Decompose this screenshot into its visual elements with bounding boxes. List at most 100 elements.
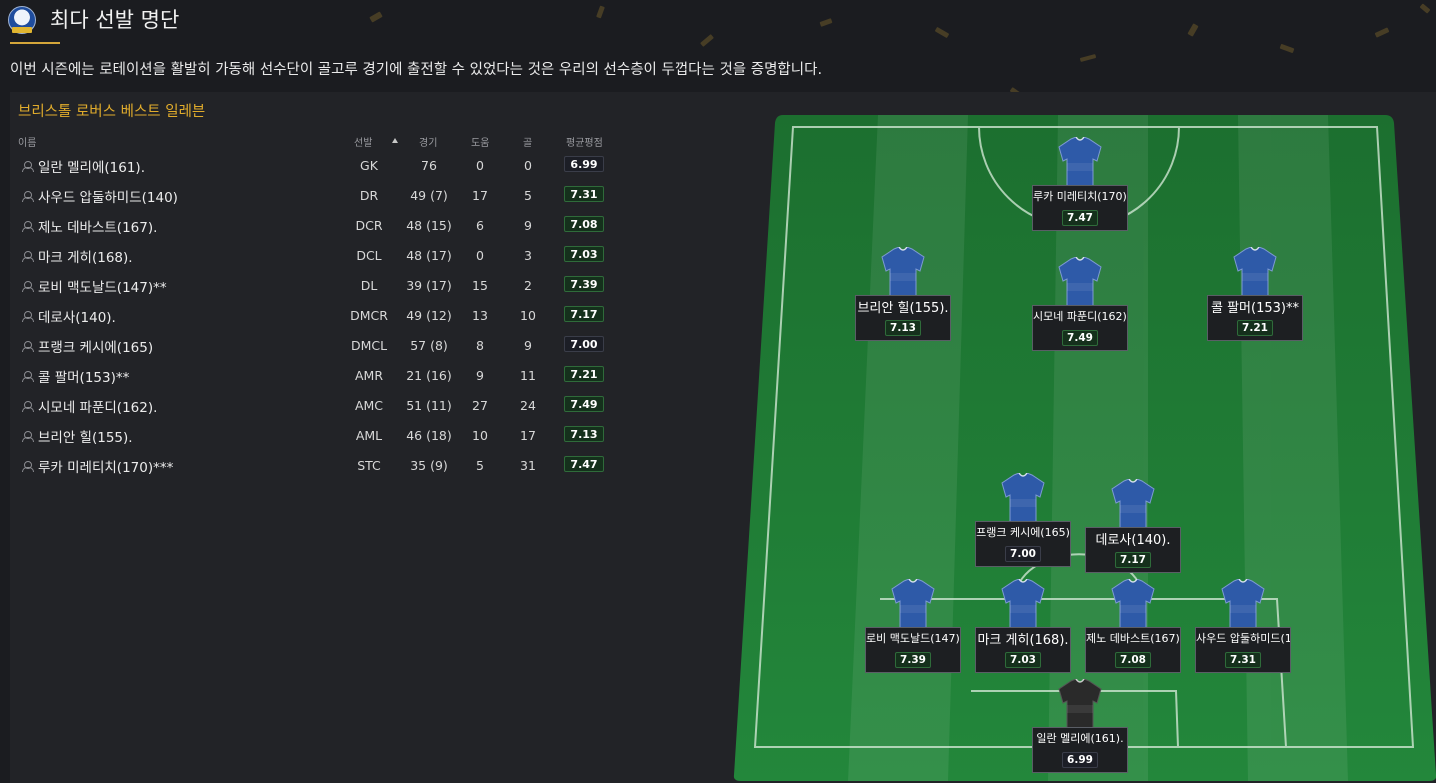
- table-row[interactable]: 일란 멜리에(161). GK 76 0 0 6.99: [10, 150, 620, 180]
- rating-badge: 7.31: [564, 186, 604, 202]
- player-position: AML: [355, 428, 383, 443]
- player-position: DMCR: [350, 308, 388, 323]
- table-row[interactable]: 데로사(140). DMCR 49 (12) 13 10 7.17: [10, 300, 620, 330]
- player-apps: 51 (11): [406, 398, 452, 413]
- player-name[interactable]: 콜 팔머(153)**: [38, 366, 129, 386]
- table-row[interactable]: 브리안 힐(155). AML 46 (18) 10 17 7.13: [10, 420, 620, 450]
- player-assists: 15: [472, 278, 488, 293]
- person-icon: [22, 161, 34, 172]
- table-row[interactable]: 제노 데바스트(167). DCR 48 (15) 6 9 7.08: [10, 210, 620, 240]
- player-name[interactable]: 로비 맥도날드(147)**: [38, 276, 167, 296]
- person-icon: [22, 401, 34, 412]
- best-eleven-table: 이름 선발 경기 도움 골 평균평점 일란 멜리에(161). GK 76 0 0 6.9…: [10, 132, 620, 480]
- column-header-position[interactable]: 선발: [354, 134, 372, 149]
- player-assists: 8: [476, 338, 484, 353]
- player-goals: 9: [524, 218, 532, 233]
- pitch-player-name: 콜 팔머(153)**: [1211, 301, 1299, 316]
- player-name[interactable]: 제노 데바스트(167).: [38, 216, 157, 236]
- player-tag: 로비 맥도날드(147)** 7.39: [865, 627, 961, 673]
- player-apps: 46 (18): [406, 428, 452, 443]
- player-goals: 0: [524, 158, 532, 173]
- rating-badge: 7.21: [564, 366, 604, 382]
- table-row[interactable]: 마크 게히(168). DCL 48 (17) 0 3 7.03: [10, 240, 620, 270]
- table-row[interactable]: 사우드 압둘하미드(140) DR 49 (7) 17 5 7.31: [10, 180, 620, 210]
- pitch-rating-badge: 7.03: [1005, 652, 1041, 668]
- player-name[interactable]: 데로사(140).: [38, 306, 116, 326]
- player-name[interactable]: 일란 멜리에(161).: [38, 156, 145, 176]
- person-icon: [22, 281, 34, 292]
- player-position: STC: [357, 458, 381, 473]
- column-header-apps[interactable]: 경기: [419, 134, 437, 149]
- pitch-rating-badge: 7.49: [1062, 330, 1098, 346]
- player-goals: 5: [524, 188, 532, 203]
- player-goals: 24: [520, 398, 536, 413]
- column-header-assists[interactable]: 도움: [471, 134, 489, 149]
- table-row[interactable]: 콜 팔머(153)** AMR 21 (16) 9 11 7.21: [10, 360, 620, 390]
- pitch-player-name: 사우드 압둘하미드(140): [1196, 632, 1290, 645]
- player-position: DCL: [356, 248, 382, 263]
- pitch-player-name: 시모네 파푼디(162).: [1033, 310, 1127, 323]
- player-assists: 10: [472, 428, 488, 443]
- best-eleven-panel: 브리스톨 로버스 베스트 일레븐 이름 선발 경기 도움 골 평균평점 일란 멜…: [10, 92, 1436, 783]
- player-apps: 39 (17): [406, 278, 452, 293]
- player-tag: 루카 미레티치(170)*** 7.47: [1032, 185, 1128, 231]
- player-tag: 콜 팔머(153)** 7.21: [1207, 295, 1303, 341]
- player-tag: 마크 게히(168). 7.03: [975, 627, 1071, 673]
- player-name[interactable]: 브리안 힐(155).: [38, 426, 133, 446]
- person-icon: [22, 251, 34, 262]
- player-goals: 9: [524, 338, 532, 353]
- player-position: AMC: [354, 398, 384, 413]
- player-assists: 0: [476, 158, 484, 173]
- pitch-rating-badge: 7.21: [1237, 320, 1273, 336]
- person-icon: [22, 431, 34, 442]
- rating-badge: 7.00: [564, 336, 604, 352]
- pitch-player-name: 일란 멜리에(161).: [1036, 732, 1124, 745]
- person-icon: [22, 461, 34, 472]
- player-name[interactable]: 프랭크 케시에(165): [38, 336, 153, 356]
- player-name[interactable]: 시모네 파푼디(162).: [38, 396, 157, 416]
- panel-title: 브리스톨 로버스 베스트 일레븐: [18, 104, 206, 120]
- player-tag: 브리안 힐(155). 7.13: [855, 295, 951, 341]
- person-icon: [22, 371, 34, 382]
- pitch-player-name: 제노 데바스트(167).: [1086, 632, 1180, 645]
- player-name[interactable]: 마크 게히(168).: [38, 246, 133, 266]
- table-row[interactable]: 루카 미레티치(170)*** STC 35 (9) 5 31 7.47: [10, 450, 620, 480]
- rating-badge: 7.13: [564, 426, 604, 442]
- player-position: AMR: [354, 368, 384, 383]
- player-assists: 9: [476, 368, 484, 383]
- player-assists: 27: [472, 398, 488, 413]
- player-position: DMCL: [350, 338, 388, 353]
- page-subtitle: 이번 시즌에는 로테이션을 활발히 가동해 선수단이 골고루 경기에 출전할 수…: [10, 62, 823, 78]
- page-header: 최다 선발 명단 이번 시즌에는 로테이션을 활발히 가동해 선수단이 골고루 …: [0, 0, 1436, 90]
- pitch-rating-badge: 7.47: [1062, 210, 1098, 226]
- pitch-rating-badge: 7.17: [1115, 552, 1151, 568]
- table-row[interactable]: 시모네 파푼디(162). AMC 51 (11) 27 24 7.49: [10, 390, 620, 420]
- pitch-player-name: 프랭크 케시에(165): [976, 526, 1070, 539]
- person-icon: [22, 191, 34, 202]
- pitch-rating-badge: 7.39: [895, 652, 931, 668]
- column-header-name[interactable]: 이름: [18, 134, 36, 149]
- page-title: 최다 선발 명단: [50, 8, 180, 32]
- rating-badge: 7.17: [564, 306, 604, 322]
- pitch-rating-badge: 7.00: [1005, 546, 1041, 562]
- player-apps: 48 (15): [406, 218, 452, 233]
- sort-ascending-icon: [392, 138, 398, 143]
- column-header-avg-rating[interactable]: 평균평점: [566, 134, 603, 149]
- player-name[interactable]: 루카 미레티치(170)***: [38, 456, 173, 476]
- table-row[interactable]: 로비 맥도날드(147)** DL 39 (17) 15 2 7.39: [10, 270, 620, 300]
- pitch-rating-badge: 7.13: [885, 320, 921, 336]
- player-apps: 21 (16): [406, 368, 452, 383]
- pitch-rating-badge: 6.99: [1062, 752, 1098, 768]
- player-position: GK: [360, 158, 378, 173]
- player-goals: 2: [524, 278, 532, 293]
- rating-badge: 7.08: [564, 216, 604, 232]
- player-apps: 35 (9): [410, 458, 448, 473]
- player-assists: 6: [476, 218, 484, 233]
- pitch-players-layer: 루카 미레티치(170)*** 7.47 브리안 힐(155). 7.13 시모네 파푼…: [733, 115, 1436, 781]
- pitch-player-name: 루카 미레티치(170)***: [1033, 190, 1127, 203]
- table-row[interactable]: 프랭크 케시에(165) DMCL 57 (8) 8 9 7.00: [10, 330, 620, 360]
- player-name[interactable]: 사우드 압둘하미드(140): [38, 186, 178, 206]
- player-position: DL: [360, 278, 378, 293]
- rating-badge: 7.03: [564, 246, 604, 262]
- column-header-goals[interactable]: 골: [523, 134, 532, 149]
